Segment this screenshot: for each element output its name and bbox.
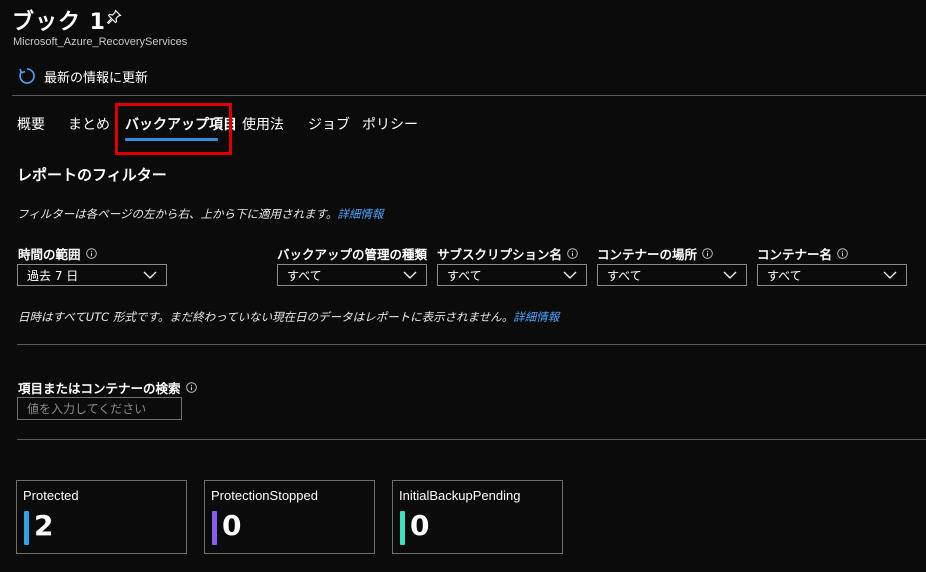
filter-label-container-location: コンテナーの場所 — [597, 244, 713, 263]
card-label: InitialBackupPending — [399, 488, 521, 503]
backup-management-type-dropdown[interactable]: すべて — [277, 264, 427, 286]
status-card-initial-backup-pending[interactable]: InitialBackupPending 0 — [392, 480, 563, 554]
info-icon[interactable] — [702, 248, 713, 259]
dropdown-value: すべて — [607, 268, 642, 283]
container-location-dropdown[interactable]: すべて — [597, 264, 747, 286]
filter-label-text: バックアップの管理の種類 — [277, 247, 428, 262]
utc-note-text: 日時はすべてUTC 形式です。まだ終わっていない現在日のデータはレポートに表示さ… — [18, 310, 514, 324]
card-value: 2 — [34, 509, 54, 542]
refresh-label: 最新の情報に更新 — [44, 70, 149, 86]
filter-label-time-range: 時間の範囲 — [18, 244, 97, 263]
card-color-bar — [212, 511, 217, 545]
refresh-button[interactable]: 最新の情報に更新 — [18, 66, 148, 86]
tab-jobs[interactable]: ジョブ — [308, 114, 350, 134]
info-icon[interactable] — [837, 248, 848, 259]
details-link[interactable]: 詳細情報 — [337, 207, 383, 221]
pin-icon[interactable] — [106, 9, 122, 25]
card-value: 0 — [222, 509, 242, 542]
page-title: ブック 1 — [12, 10, 106, 35]
chevron-down-icon — [883, 271, 897, 279]
chevron-down-icon — [143, 271, 157, 279]
info-icon[interactable] — [567, 248, 578, 259]
chevron-down-icon — [403, 271, 417, 279]
subscription-name-dropdown[interactable]: すべて — [437, 264, 587, 286]
card-label: Protected — [23, 488, 79, 503]
filter-label-text: サブスクリプション名 — [437, 247, 563, 262]
status-card-protected[interactable]: Protected 2 — [16, 480, 187, 554]
filter-label-text: コンテナー名 — [757, 247, 833, 262]
time-range-dropdown[interactable]: 過去 7 日 — [17, 264, 167, 286]
filter-label-subscription-name: サブスクリプション名 — [437, 244, 578, 263]
header-divider — [12, 95, 926, 96]
search-input[interactable] — [17, 397, 182, 420]
tab-usage[interactable]: 使用法 — [242, 114, 284, 134]
refresh-icon — [19, 68, 35, 84]
filter-label-backup-management-type: バックアップの管理の種類 — [277, 244, 427, 263]
filters-divider — [17, 344, 926, 345]
info-icon[interactable] — [185, 382, 197, 393]
search-label: 項目またはコンテナーの検索 — [18, 378, 197, 397]
dropdown-value: すべて — [767, 268, 802, 283]
dropdown-value: すべて — [287, 268, 322, 283]
filter-order-text: フィルターは各ページの左から右、上から下に適用されます。 — [17, 207, 338, 221]
filter-label-text: 時間の範囲 — [18, 247, 81, 262]
search-label-text: 項目またはコンテナーの検索 — [18, 381, 181, 396]
filter-order-note: フィルターは各ページの左から右、上から下に適用されます。詳細情報 — [17, 206, 383, 222]
dropdown-value: 過去 7 日 — [27, 268, 79, 283]
filters-heading: レポートのフィルター — [17, 166, 167, 184]
tab-policies[interactable]: ポリシー — [362, 114, 418, 134]
utc-note: 日時はすべてUTC 形式です。まだ終わっていない現在日のデータはレポートに表示さ… — [18, 309, 559, 325]
tab-overview[interactable]: 概要 — [17, 114, 45, 134]
card-color-bar — [24, 511, 29, 545]
card-value: 0 — [410, 509, 430, 542]
filter-label-container-name: コンテナー名 — [757, 244, 848, 263]
tab-summary[interactable]: まとめ — [68, 114, 110, 134]
status-card-protection-stopped[interactable]: ProtectionStopped 0 — [204, 480, 375, 554]
utc-details-link[interactable]: 詳細情報 — [513, 310, 559, 324]
page-subtitle: Microsoft_Azure_RecoveryServices — [13, 36, 188, 48]
card-color-bar — [400, 511, 405, 545]
filter-label-text: コンテナーの場所 — [597, 247, 698, 262]
highlight-box — [115, 103, 232, 155]
info-icon[interactable] — [85, 248, 97, 259]
container-name-dropdown[interactable]: すべて — [757, 264, 907, 286]
chevron-down-icon — [723, 271, 737, 279]
dropdown-value: すべて — [447, 268, 482, 283]
chevron-down-icon — [563, 271, 577, 279]
card-label: ProtectionStopped — [211, 488, 318, 503]
search-divider — [17, 439, 926, 440]
